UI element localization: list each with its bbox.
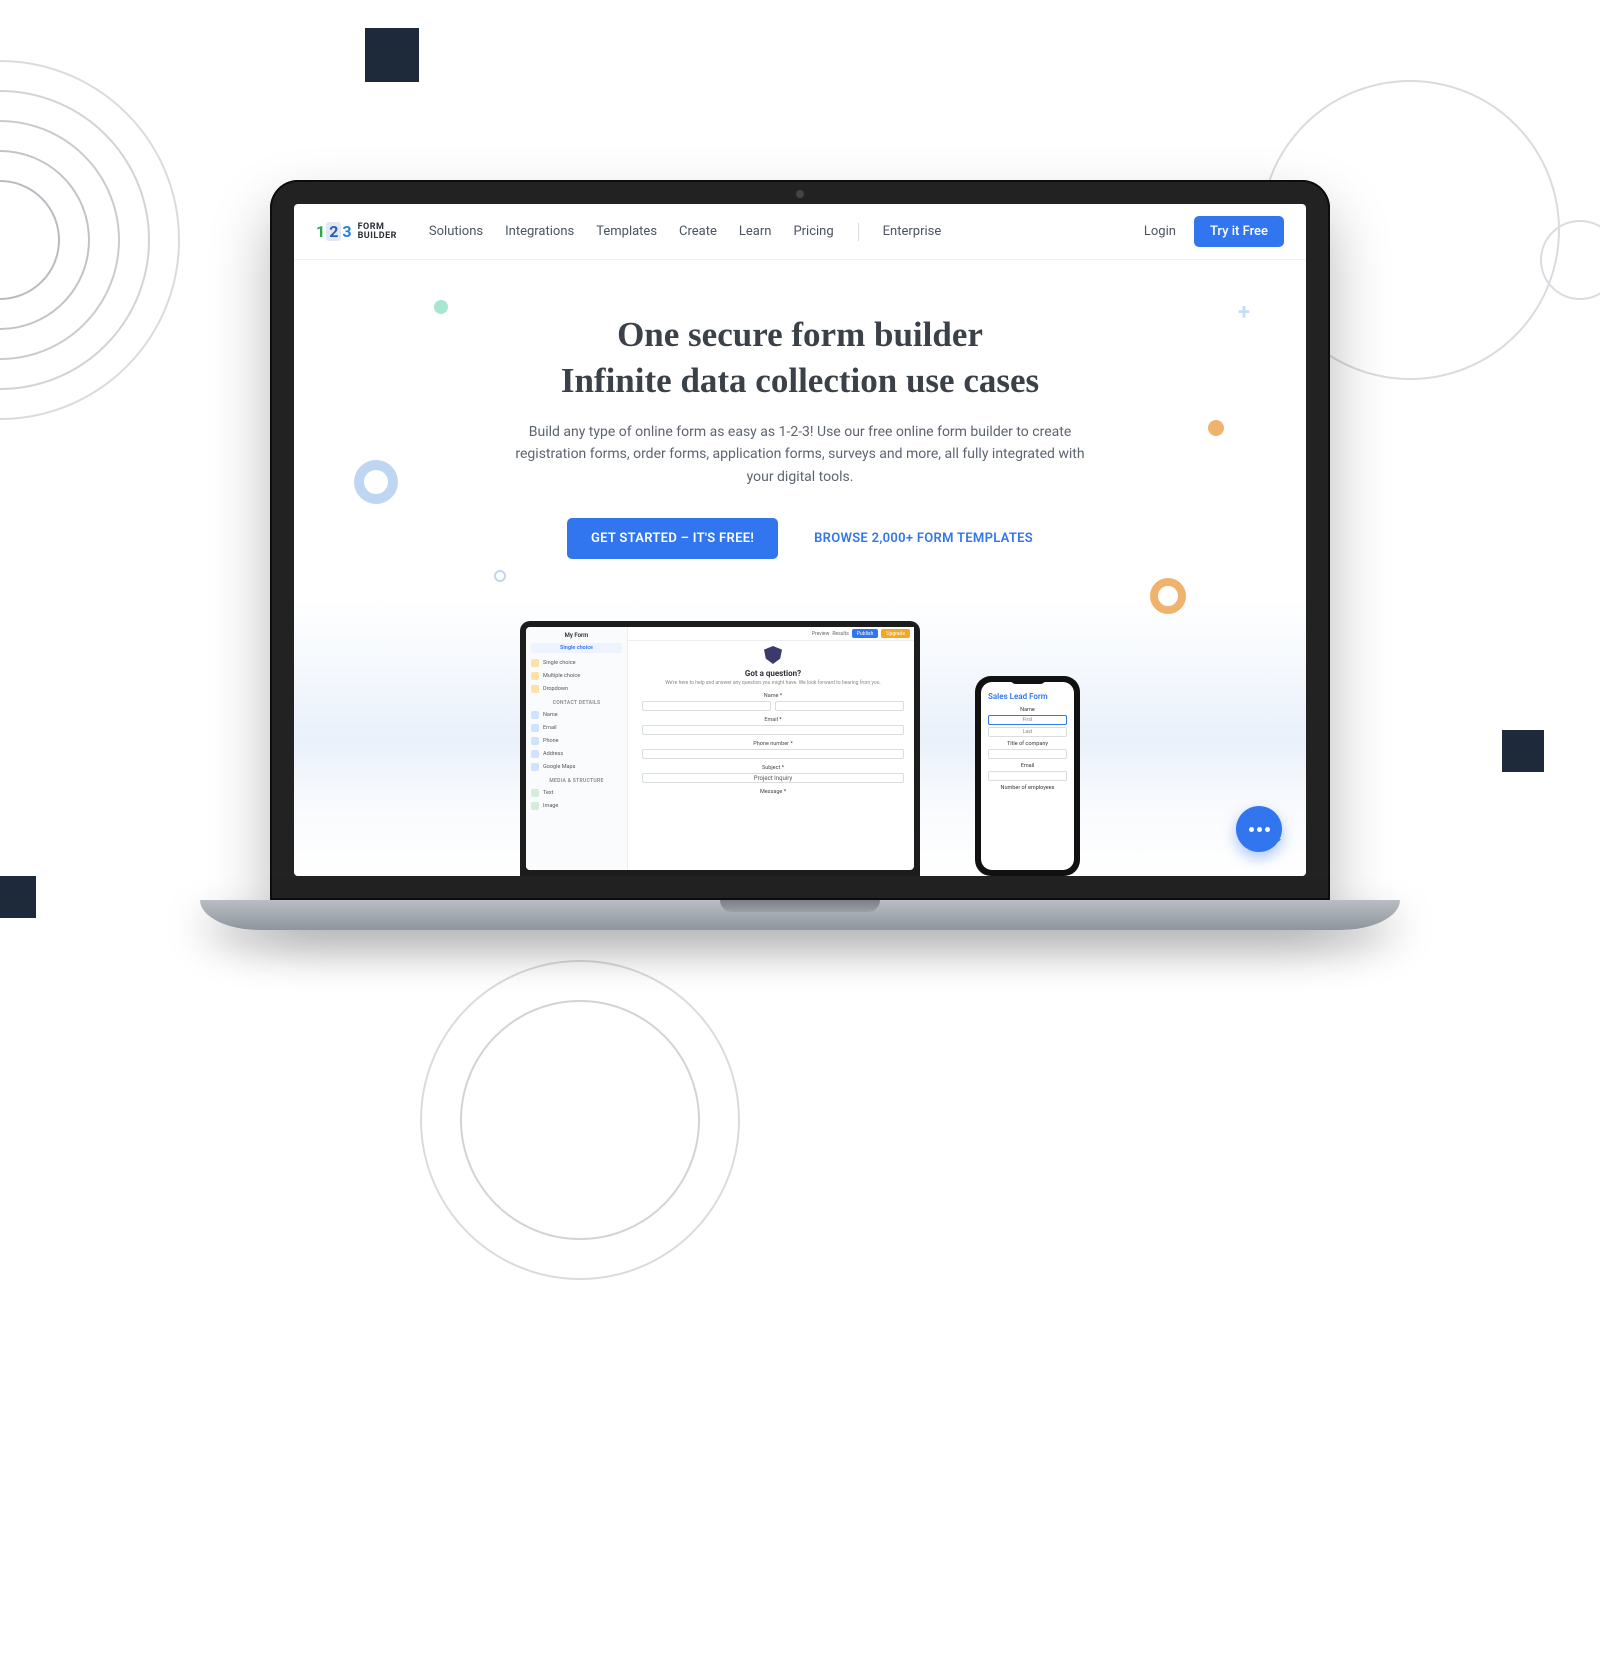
decoration-ring-blue (354, 460, 398, 504)
bg-ring-bottom-left-inner (460, 1000, 700, 1240)
nav-link-pricing[interactable]: Pricing (793, 224, 833, 239)
mockup-laptop: Preview Results Publish Upgrade My Form … (520, 621, 920, 876)
decoration-ring-orange (1150, 578, 1186, 614)
product-mockups: Preview Results Publish Upgrade My Form … (520, 596, 1080, 876)
cta-browse-templates-link[interactable]: BROWSE 2,000+ FORM TEMPLATES (814, 531, 1033, 546)
decoration-plus-icon: + (1238, 300, 1250, 325)
nav-link-templates[interactable]: Templates (596, 224, 657, 239)
mockup-sidebar: My Form Single choice Single choice Mult… (526, 627, 628, 870)
logo-mark: 123 (316, 222, 352, 241)
logo-text: FORMBUILDER (358, 223, 397, 241)
nav-link-enterprise[interactable]: Enterprise (883, 224, 942, 239)
chat-fab-button[interactable] (1236, 806, 1282, 852)
hero-section: + One secure form builder Infinite data … (294, 260, 1306, 876)
bg-square-top (365, 28, 419, 82)
try-free-button[interactable]: Try it Free (1194, 216, 1284, 247)
hero-title: One secure form builder Infinite data co… (294, 312, 1306, 403)
mockup-topbar: Preview Results Publish Upgrade (628, 627, 914, 641)
bg-square-left (0, 876, 36, 918)
nav-divider (858, 223, 859, 241)
nav-links: Solutions Integrations Templates Create … (429, 224, 834, 239)
cta-get-started-button[interactable]: GET STARTED – IT'S FREE! (567, 518, 778, 559)
nav-link-solutions[interactable]: Solutions (429, 224, 483, 239)
nav-link-integrations[interactable]: Integrations (505, 224, 574, 239)
chat-icon (1249, 827, 1270, 832)
nav-link-learn[interactable]: Learn (739, 224, 772, 239)
nav-link-create[interactable]: Create (679, 224, 717, 239)
decoration-ring-small (494, 570, 506, 582)
laptop-base (200, 900, 1400, 930)
laptop-mockup: 123 FORMBUILDER Solutions Integrations T… (270, 180, 1330, 930)
decoration-dot-mint (434, 300, 448, 314)
mockup-form-canvas: Got a question? We're here to help and a… (628, 627, 914, 870)
hero-subtitle: Build any type of online form as easy as… (510, 421, 1090, 488)
mockup-phone: Sales Lead Form Name First Last Title of… (975, 676, 1080, 876)
laptop-camera (796, 190, 804, 198)
login-link[interactable]: Login (1144, 224, 1176, 239)
site-navbar: 123 FORMBUILDER Solutions Integrations T… (294, 204, 1306, 260)
bg-square-right (1502, 730, 1544, 772)
shield-icon (764, 646, 782, 664)
logo[interactable]: 123 FORMBUILDER (316, 222, 397, 241)
decoration-dot-orange (1208, 420, 1224, 436)
